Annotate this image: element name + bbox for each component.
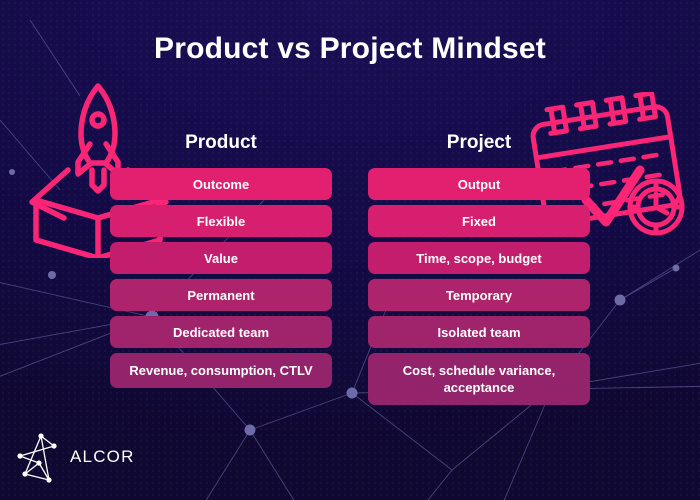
alcor-logo-text: ALCOR [70,447,135,466]
infographic-poster: Product vs Project Mindset Product Outco… [0,0,700,500]
product-row-2: Flexible [110,205,332,237]
page-title: Product vs Project Mindset [154,32,546,65]
product-row-6: Revenue, consumption, CTLV [110,353,332,388]
product-row-5: Dedicated team [110,316,332,348]
project-row-list: Output Fixed Time, scope, budget Tempora… [368,168,590,405]
alcor-logo: ALCOR [16,430,135,484]
product-row-1: Outcome [110,168,332,200]
project-row-3: Time, scope, budget [368,242,590,274]
column-product: Product Outcome Flexible Value Permanent… [110,132,332,388]
product-row-3: Value [110,242,332,274]
product-row-list: Outcome Flexible Value Permanent Dedicat… [110,168,332,388]
product-row-4: Permanent [110,279,332,311]
project-row-2: Fixed [368,205,590,237]
column-header-product: Product [185,132,257,153]
project-row-5: Isolated team [368,316,590,348]
constellation-a-icon [17,433,57,483]
project-row-1: Output [368,168,590,200]
project-row-4: Temporary [368,279,590,311]
column-header-project: Project [446,132,512,153]
column-project: Project Output Fixed Time, scope, budget… [368,132,590,405]
project-row-6: Cost, schedule variance, acceptance [368,353,590,405]
